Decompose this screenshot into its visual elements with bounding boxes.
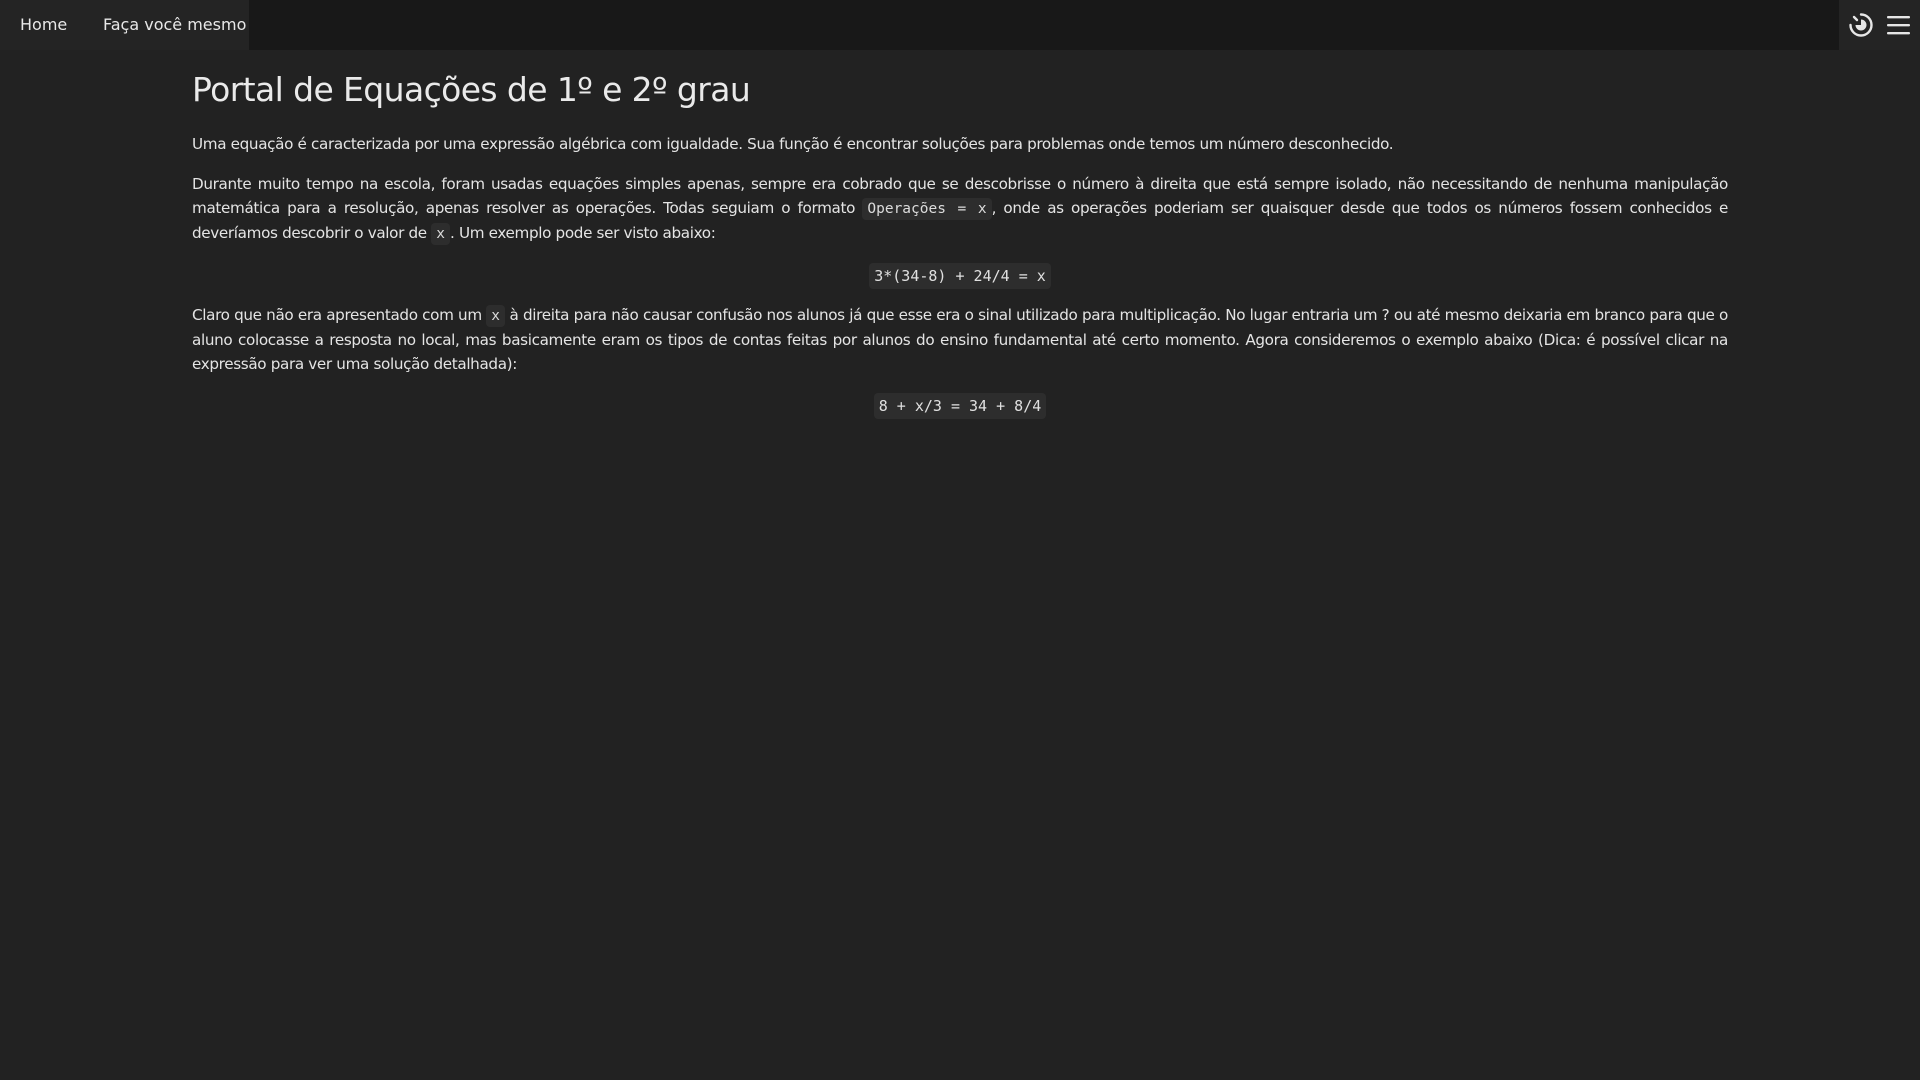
theme-toggle-icon <box>1849 13 1873 37</box>
toolbar-right <box>1839 0 1920 50</box>
main-content: Portal de Equações de 1º e 2º grau Uma e… <box>192 64 1728 433</box>
history-paragraph: Durante muito tempo na escola, foram usa… <box>192 172 1728 246</box>
nav-menu: Home Faça você mesmo <box>0 0 249 50</box>
hamburger-menu-icon <box>1887 16 1910 35</box>
explanation-paragraph: Claro que não era apresentado com um x à… <box>192 303 1728 376</box>
page-title: Portal de Equações de 1º e 2º grau <box>192 70 751 109</box>
example-1-wrapper: 3*(34-8) + 24/4 = x <box>192 263 1728 289</box>
history-text-c: . Um exemplo pode ser visto abaixo: <box>449 224 716 242</box>
theme-toggle-button[interactable] <box>1846 10 1876 40</box>
menu-button[interactable] <box>1884 10 1914 40</box>
variable-x-code: x <box>431 223 450 245</box>
example-expression-1[interactable]: 3*(34-8) + 24/4 = x <box>869 263 1051 289</box>
nav-home-link[interactable]: Home <box>20 15 67 34</box>
variable-x-code-2: x <box>486 305 506 327</box>
example-expression-2[interactable]: 8 + x/3 = 34 + 8/4 <box>873 393 1047 419</box>
intro-paragraph: Uma equação é caracterizada por uma expr… <box>192 135 1394 153</box>
explanation-text-a: Claro que não era apresentado com um <box>192 306 487 324</box>
nav-diy-link[interactable]: Faça você mesmo <box>103 15 246 34</box>
format-code: Operações = x <box>862 198 992 220</box>
example-2-wrapper: 8 + x/3 = 34 + 8/4 <box>192 393 1728 419</box>
top-navbar: Home Faça você mesmo <box>0 0 1920 50</box>
